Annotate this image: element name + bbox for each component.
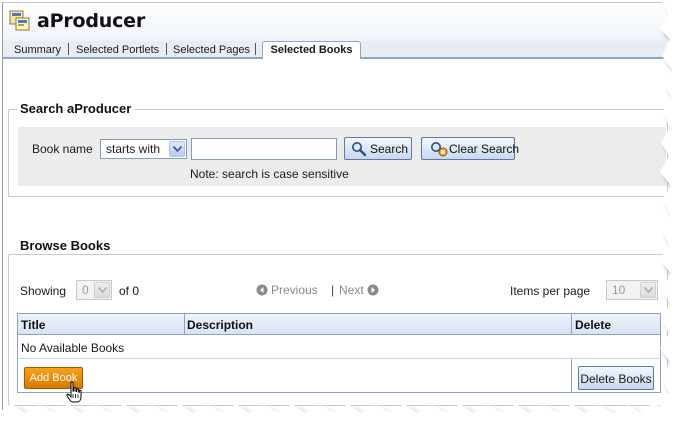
tab-selected-books[interactable]: Selected Books: [262, 41, 361, 59]
column-header-description[interactable]: Description: [187, 318, 253, 332]
screenshot-frame: aProducer Summary Selected Portlets Sele…: [0, 0, 684, 430]
next-link[interactable]: Next: [339, 283, 379, 299]
column-header-title[interactable]: Title: [21, 318, 45, 332]
tab-bar: Summary Selected Portlets Selected Pages…: [3, 41, 667, 59]
portlet-producer-icon: [9, 10, 31, 32]
chevron-down-icon[interactable]: [640, 282, 656, 298]
books-table-header: Title Description Delete: [17, 313, 661, 335]
column-divider: [571, 359, 572, 393]
column-header-delete: Delete: [575, 318, 612, 332]
tab-separator: [255, 43, 256, 55]
delete-books-button[interactable]: Delete Books: [578, 366, 654, 390]
browse-legend: Browse Books: [17, 238, 114, 253]
clear-search-icon: [430, 141, 448, 160]
book-name-input[interactable]: [191, 138, 337, 160]
case-sensitive-note: Note: search is case sensitive: [190, 167, 349, 181]
search-legend: Search aProducer: [17, 101, 135, 116]
pager-separator: |: [331, 283, 335, 297]
empty-table-message: No Available Books: [21, 341, 125, 355]
chevron-down-icon[interactable]: [169, 141, 185, 157]
next-label: Next: [339, 283, 364, 297]
book-name-label: Book name: [32, 142, 93, 156]
app-title: aProducer: [37, 10, 146, 32]
showing-page-select[interactable]: 0: [76, 280, 112, 300]
match-mode-value: starts with: [106, 142, 161, 156]
column-divider: [571, 313, 572, 335]
showing-page-value: 0: [82, 283, 89, 297]
magnifier-icon: [351, 141, 367, 160]
items-per-page-select[interactable]: 10: [606, 280, 658, 300]
search-button[interactable]: Search: [344, 137, 412, 160]
table-action-row: [17, 359, 661, 393]
portlet-header: aProducer: [3, 3, 667, 43]
page-count-label: of 0: [119, 284, 140, 298]
previous-label: Previous: [271, 283, 318, 297]
column-divider: [184, 313, 185, 335]
match-mode-select[interactable]: starts with: [100, 139, 187, 159]
next-arrow-icon: [367, 284, 379, 299]
clear-search-button[interactable]: Clear Search: [421, 137, 519, 160]
previous-arrow-icon: [256, 284, 268, 299]
tab-summary[interactable]: Summary: [14, 44, 61, 56]
tab-separator: [68, 43, 69, 55]
clear-search-label: Clear Search: [449, 142, 520, 156]
search-button-label: Search: [370, 142, 409, 156]
tab-separator: [166, 43, 167, 55]
tab-selected-portlets[interactable]: Selected Portlets: [76, 44, 159, 56]
showing-label: Showing: [20, 284, 67, 298]
tab-selected-pages[interactable]: Selected Pages: [173, 44, 250, 56]
chevron-down-icon[interactable]: [94, 282, 110, 298]
hand-cursor-icon: [66, 381, 82, 408]
items-per-page-label: Items per page: [510, 284, 591, 298]
items-per-page-value: 10: [612, 283, 626, 297]
previous-link[interactable]: Previous: [256, 283, 318, 299]
